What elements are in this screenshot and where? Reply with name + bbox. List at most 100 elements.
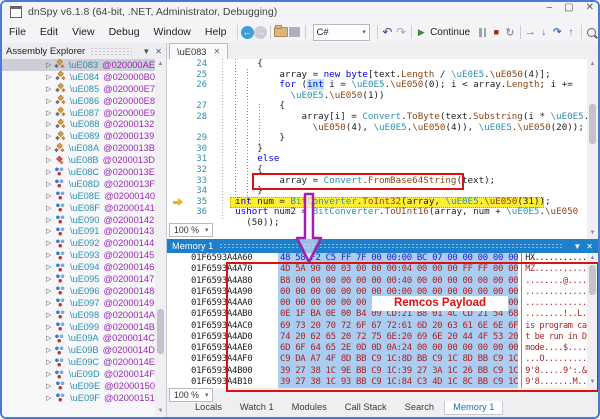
editor-zoom-combobox[interactable]: 100 % ▾ [169, 223, 213, 237]
step-out-button[interactable]: ↑ [564, 24, 578, 40]
expander-icon[interactable]: ▷ [46, 168, 54, 176]
tree-item[interactable]: ▷\uE084@020000B0 [2, 71, 155, 83]
tree-item[interactable]: ▷\uE09E@02000150 [2, 380, 155, 392]
tree-item[interactable]: ▷\uE08A@0200013B [2, 142, 155, 154]
bottom-tab-watch-1[interactable]: Watch 1 [232, 401, 282, 414]
tree-item[interactable]: ▷\uE093@02000145 [2, 249, 155, 261]
tree-item[interactable]: ▷\uE09F@02000151 [2, 392, 155, 404]
close-button[interactable]: ✕ [586, 2, 594, 13]
expander-icon[interactable]: ▷ [46, 204, 55, 212]
expander-icon[interactable]: ▷ [46, 180, 54, 188]
expander-icon[interactable]: ▷ [46, 251, 55, 259]
search-button[interactable] [584, 24, 598, 40]
expander-icon[interactable]: ▷ [46, 382, 55, 390]
continue-button[interactable]: Continue [430, 27, 470, 38]
tree-item[interactable]: ▷\uE087@020000E9 [2, 107, 155, 119]
expander-icon[interactable]: ▷ [46, 358, 54, 366]
tree-item[interactable]: ▷\uE083@020000AE [2, 59, 155, 71]
tree-item[interactable]: ▷\uE086@020000E8 [2, 95, 155, 107]
undo-button[interactable]: ↶ [381, 24, 395, 40]
step-over-button[interactable]: ↷ [551, 24, 565, 40]
tree-item[interactable]: ▷\uE09A@0200014C [2, 332, 155, 344]
menu-file[interactable]: File [2, 24, 33, 40]
tree-item[interactable]: ▷\uE08D@0200013F [2, 178, 155, 190]
minimize-button[interactable]: – [547, 2, 553, 13]
expander-icon[interactable]: ▷ [46, 216, 55, 224]
redo-button[interactable]: ↷ [394, 24, 408, 40]
bottom-tab-call-stack[interactable]: Call Stack [337, 401, 395, 414]
expander-icon[interactable]: ▷ [46, 239, 55, 247]
document-tab[interactable]: \uE083 ✕ [169, 43, 228, 59]
memory-panel-header[interactable]: Memory 1 ▼ ✕ [167, 239, 598, 253]
expander-icon[interactable]: ▷ [46, 227, 55, 235]
expander-icon[interactable]: ▷ [46, 97, 55, 105]
close-icon[interactable]: ✕ [586, 242, 593, 251]
expander-icon[interactable]: ▷ [46, 323, 55, 331]
open-button[interactable] [274, 24, 288, 40]
tree-item[interactable]: ▷\uE08C@0200013E [2, 166, 155, 178]
expander-icon[interactable]: ▷ [46, 299, 55, 307]
menu-view[interactable]: View [65, 24, 102, 40]
tree-item[interactable]: ▷\uE092@02000144 [2, 237, 155, 249]
memory-scrollbar[interactable]: ▲ ▼ [587, 253, 598, 388]
editor-scrollbar[interactable]: ▲ ▼ [587, 59, 598, 239]
expander-icon[interactable]: ▷ [46, 346, 54, 354]
tree-item[interactable]: ▷\uE097@02000149 [2, 297, 155, 309]
memory-hex-view[interactable]: 01F6593A4A6048 58 F2 C5 FF 7F 00 00:00 B… [167, 253, 598, 388]
navigate-forward-button[interactable]: → [254, 24, 268, 40]
expander-icon[interactable]: ▷ [46, 370, 54, 378]
expander-icon[interactable]: ▷ [46, 73, 55, 81]
tree-item[interactable]: ▷\uE09B@0200014D [2, 344, 155, 356]
tree-item[interactable]: ▷\uE095@02000147 [2, 273, 155, 285]
bottom-tab-search[interactable]: Search [397, 401, 442, 414]
bottom-tab-locals[interactable]: Locals [187, 401, 230, 414]
stop-button[interactable]: ■ [490, 24, 504, 40]
expander-icon[interactable]: ▷ [46, 275, 55, 283]
chevron-down-icon[interactable]: ▼ [573, 242, 581, 251]
expander-icon[interactable]: ▷ [46, 61, 54, 69]
tree-item[interactable]: ▷\uE094@02000146 [2, 261, 155, 273]
expander-icon[interactable]: ▷ [46, 192, 55, 200]
show-next-statement-button[interactable]: → [523, 24, 537, 40]
tree-item[interactable]: ▷\uE088@02000132 [2, 118, 155, 130]
expander-icon[interactable]: ▷ [46, 109, 55, 117]
menu-window[interactable]: Window [147, 24, 198, 40]
save-all-button[interactable] [288, 24, 302, 40]
tree-item[interactable]: ▷\uE08B@0200013D [2, 154, 155, 166]
close-icon[interactable]: ✕ [155, 47, 162, 56]
restart-button[interactable]: ↻ [503, 24, 517, 40]
maximize-button[interactable]: ▢ [564, 2, 573, 13]
expander-icon[interactable]: ▷ [46, 156, 54, 164]
tree-item[interactable]: ▷\uE085@020000E7 [2, 83, 155, 95]
break-button[interactable] [476, 24, 490, 40]
memory-zoom-combobox[interactable]: 100 % ▾ [169, 388, 213, 402]
expander-icon[interactable]: ▷ [46, 311, 55, 319]
tree-item[interactable]: ▷\uE098@0200014A [2, 309, 155, 321]
bottom-tab-modules[interactable]: Modules [284, 401, 335, 414]
tree-item[interactable]: ▷\uE091@02000143 [2, 225, 155, 237]
expander-icon[interactable]: ▷ [46, 132, 55, 140]
menu-debug[interactable]: Debug [102, 24, 147, 40]
expander-icon[interactable]: ▷ [46, 334, 54, 342]
tab-close-icon[interactable]: ✕ [213, 47, 220, 56]
tree-item[interactable]: ▷\uE09C@0200014E [2, 356, 155, 368]
code-editor[interactable]: 24 {25 array = new byte[text.Length / \u… [167, 59, 598, 239]
expander-icon[interactable]: ▷ [46, 120, 55, 128]
expander-icon[interactable]: ▷ [46, 394, 55, 402]
continue-icon[interactable]: ▶ [415, 24, 429, 40]
tree-item[interactable]: ▷\uE090@02000142 [2, 214, 155, 226]
menu-edit[interactable]: Edit [33, 24, 65, 40]
tree-item[interactable]: ▷\uE08F@02000141 [2, 202, 155, 214]
tree-item[interactable]: ▷\uE09D@0200014F [2, 368, 155, 380]
tree-item[interactable]: ▷\uE08E@02000140 [2, 190, 155, 202]
tree-item[interactable]: ▷\uE099@0200014B [2, 321, 155, 333]
expander-icon[interactable]: ▷ [46, 144, 54, 152]
tree-scrollbar[interactable]: ▲ ▼ [155, 59, 166, 417]
step-into-button[interactable]: ↓ [537, 24, 551, 40]
expander-icon[interactable]: ▷ [46, 263, 55, 271]
chevron-down-icon[interactable]: ▼ [142, 47, 150, 56]
tree-item[interactable]: ▷\uE096@02000148 [2, 285, 155, 297]
language-combobox[interactable]: C# ▾ [313, 24, 370, 41]
tree-item[interactable]: ▷\uE089@02000139 [2, 130, 155, 142]
bottom-tab-memory-1[interactable]: Memory 1 [444, 401, 503, 415]
